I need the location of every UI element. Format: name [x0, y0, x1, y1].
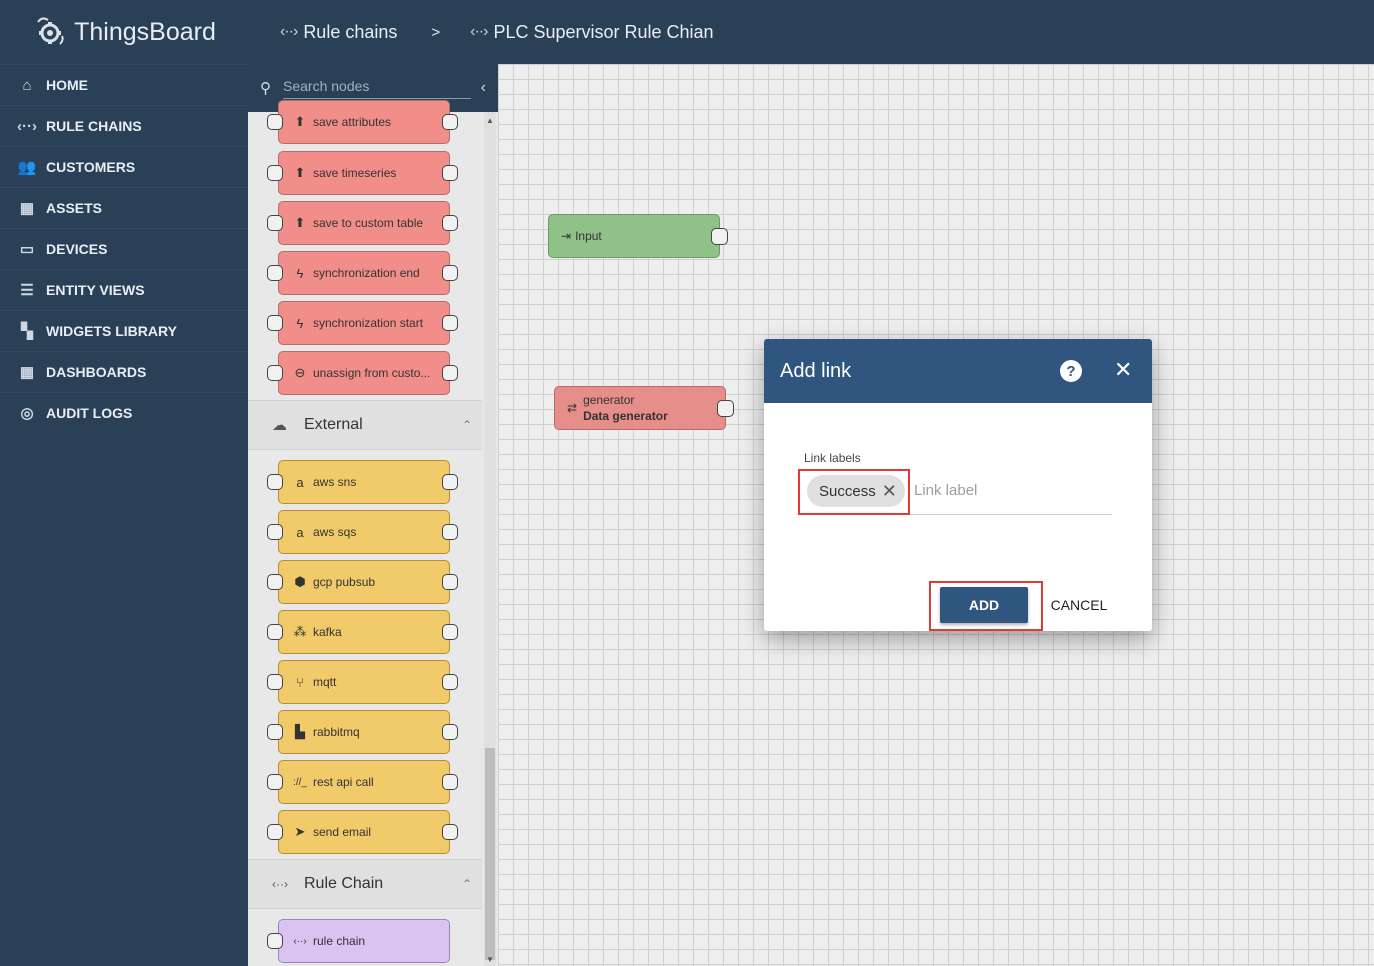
link-label-input[interactable]: Link label [914, 482, 977, 499]
close-icon[interactable]: ✕ [1114, 357, 1132, 383]
cancel-button[interactable]: CANCEL [1042, 587, 1116, 623]
dialog-header: Add link ? ✕ [764, 339, 1152, 403]
add-link-dialog: Add link ? ✕ Link labels Success ✕ Link … [764, 339, 1152, 631]
highlight-box-add [929, 581, 1043, 631]
link-labels-label: Link labels [804, 451, 861, 465]
dialog-title: Add link [780, 359, 852, 382]
modal-backdrop [0, 0, 1374, 966]
help-icon[interactable]: ? [1060, 360, 1082, 382]
highlight-box-chip [798, 469, 910, 515]
